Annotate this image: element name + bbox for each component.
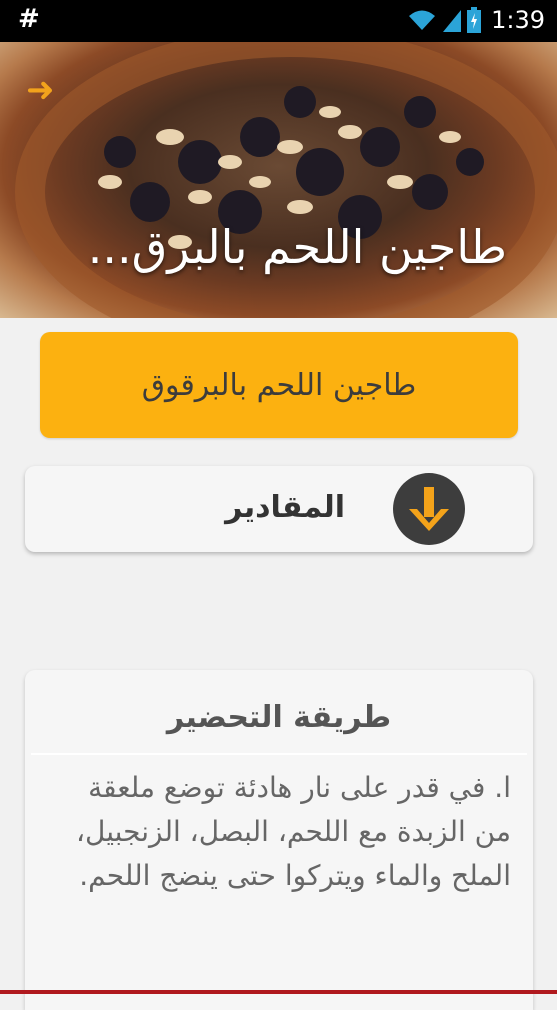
ingredients-label: المقادير	[225, 490, 345, 525]
recipe-header-image: ➜ طاجين اللحم بالبرق...	[0, 42, 557, 318]
method-card: طريقة التحضير ا. في قدر على نار هادئة تو…	[25, 670, 533, 1010]
download-arrow-icon	[409, 487, 449, 531]
recipe-title-card: طاجين اللحم بالبرقوق	[40, 332, 518, 438]
notification-icon: #	[18, 4, 40, 34]
wifi-icon	[409, 10, 436, 30]
battery-icon	[467, 7, 482, 33]
ingredients-card[interactable]: المقادير	[25, 466, 533, 552]
clock: 1:39	[491, 6, 545, 34]
signal-icon	[443, 10, 462, 32]
header-title: طاجين اللحم بالبرق...	[87, 220, 507, 274]
status-bar: # 1:39	[0, 0, 557, 42]
back-arrow-icon[interactable]: ➜	[26, 70, 55, 110]
method-text: ا. في قدر على نار هادئة توضع ملعقة من ال…	[67, 771, 511, 892]
method-title: طريقة التحضير	[166, 700, 392, 735]
divider	[31, 753, 527, 755]
expand-ingredients-button[interactable]	[393, 473, 465, 545]
status-icons: 1:39	[407, 6, 545, 34]
tajine-illustration	[15, 42, 557, 318]
bottom-accent-line	[0, 990, 557, 994]
